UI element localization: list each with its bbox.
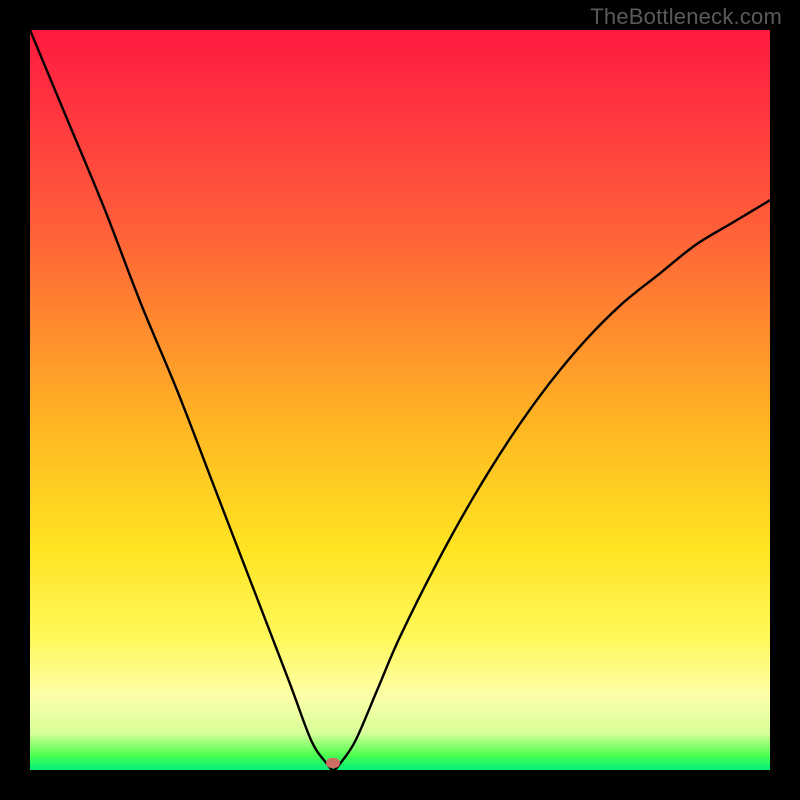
plot-area — [30, 30, 770, 770]
watermark-text: TheBottleneck.com — [590, 4, 782, 30]
minimum-marker — [326, 758, 340, 768]
chart-frame: TheBottleneck.com — [0, 0, 800, 800]
bottleneck-curve — [30, 30, 770, 770]
